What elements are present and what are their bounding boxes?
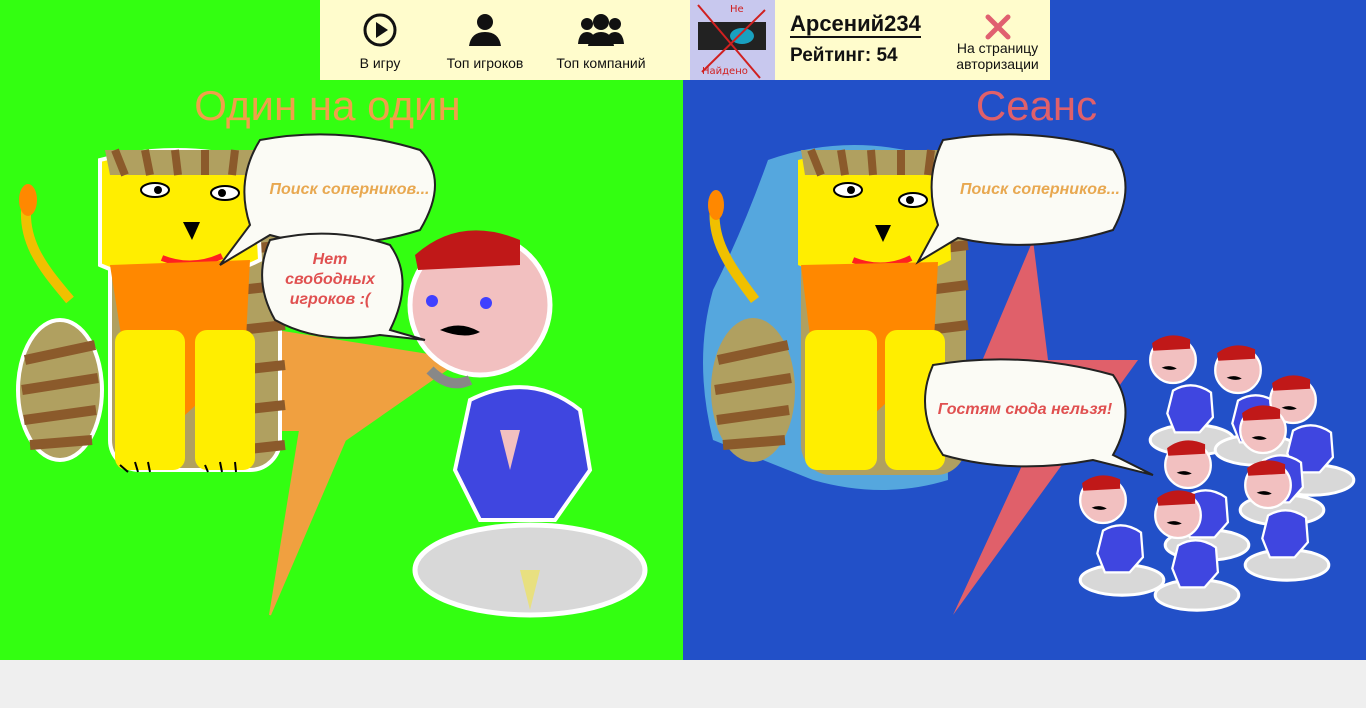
- image-not-found-icon: Не Найдено: [697, 4, 766, 79]
- nav-top-companies-button[interactable]: Топ компаний: [545, 0, 657, 80]
- play-icon: [362, 12, 398, 53]
- login-label-line1: На страницу: [956, 40, 1039, 56]
- avatar-stamp-top: Не: [730, 4, 744, 15]
- top-navigation-bar: В игру Топ игроков Топ компаний Не Найде…: [320, 0, 1050, 80]
- login-label-line2: авторизации: [956, 56, 1039, 72]
- mode-title-session: Сеанс: [975, 82, 1098, 129]
- avatar[interactable]: Не Найдено: [690, 0, 775, 80]
- user-name: Арсений234: [790, 11, 921, 38]
- bubble-no-players-text: Нет свободных игроков :(: [285, 251, 375, 308]
- mode-title-duel: Один на один: [194, 82, 461, 129]
- user-icon: [467, 12, 503, 53]
- user-rating: Рейтинг: 54: [790, 45, 898, 67]
- rating-value: 54: [876, 45, 898, 66]
- bubble-search-text: Поиск соперников...: [960, 181, 1120, 198]
- bubble-search-text: Поиск соперников...: [269, 181, 430, 198]
- avatar-stamp-bottom: Найдено: [702, 66, 748, 77]
- rating-label: Рейтинг:: [790, 45, 872, 66]
- nav-top-players-button[interactable]: Топ игроков: [435, 0, 535, 80]
- go-to-login-button[interactable]: На страницу авторизации: [950, 0, 1045, 80]
- mode-session-panel[interactable]: Сеанс Поиск соперников... Гостям сюда не…: [683, 0, 1366, 660]
- bubble-guests-text: Гостям сюда нельзя!: [937, 401, 1113, 418]
- nav-play-button[interactable]: В игру: [335, 0, 425, 80]
- mode-duel-panel[interactable]: Один на один Поиск соперников... Нет сво…: [0, 0, 683, 660]
- users-group-icon: [578, 12, 624, 53]
